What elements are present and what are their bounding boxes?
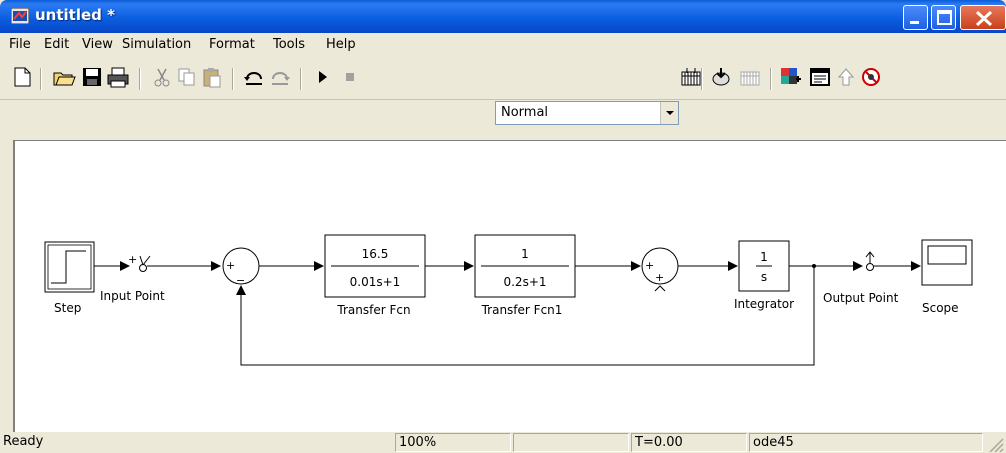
toolbar bbox=[0, 57, 1006, 100]
sum1-plus-sign: + bbox=[226, 259, 235, 272]
svg-text:+: + bbox=[128, 253, 137, 266]
cut-button[interactable] bbox=[150, 65, 174, 89]
simulink-app-icon[interactable] bbox=[11, 8, 29, 24]
new-model-icon bbox=[14, 67, 31, 87]
step-label: Step bbox=[54, 301, 81, 315]
integrator-denominator: s bbox=[761, 270, 767, 284]
undo-icon bbox=[244, 72, 262, 85]
scope-label: Scope bbox=[922, 301, 959, 315]
copy-button[interactable] bbox=[175, 65, 199, 89]
block-diagram: Step + Input Point + − 16.5 0.01s+1 Tran… bbox=[44, 234, 973, 366]
cut-icon bbox=[154, 68, 170, 87]
open-icon bbox=[53, 72, 76, 86]
maximize-button[interactable] bbox=[931, 5, 956, 30]
minimize-icon bbox=[910, 21, 919, 24]
output-point-label: Output Point bbox=[823, 291, 899, 305]
simulation-mode-value: Normal bbox=[501, 105, 549, 120]
undo-button[interactable] bbox=[242, 65, 266, 89]
menu-edit[interactable]: Edit bbox=[44, 37, 69, 52]
model-canvas[interactable]: Step + Input Point + − 16.5 0.01s+1 Tran… bbox=[13, 140, 1006, 432]
menu-format[interactable]: Format bbox=[209, 37, 255, 52]
chevron-down-icon bbox=[666, 111, 674, 115]
sum1-minus-sign: − bbox=[236, 274, 245, 287]
solver-name: ode45 bbox=[749, 433, 983, 452]
update-diagram-icon bbox=[712, 68, 730, 86]
new-model-button[interactable] bbox=[10, 65, 34, 89]
transfer-fcn1-numerator: 1 bbox=[521, 247, 529, 261]
print-button[interactable] bbox=[106, 65, 130, 89]
close-button[interactable] bbox=[960, 5, 1006, 30]
copy-icon bbox=[178, 68, 195, 86]
simulation-mode-select[interactable]: Normal bbox=[495, 101, 679, 125]
input-point-marker[interactable]: + bbox=[128, 253, 151, 272]
scope-block[interactable] bbox=[921, 239, 973, 286]
status-text: Ready bbox=[3, 434, 44, 449]
debugger-button[interactable] bbox=[859, 65, 883, 89]
input-point-label: Input Point bbox=[100, 289, 165, 303]
transfer-fcn1-label: Transfer Fcn1 bbox=[481, 303, 563, 317]
model-explorer-icon bbox=[810, 68, 830, 86]
refresh-icon bbox=[740, 71, 760, 86]
debugger-icon bbox=[862, 68, 880, 86]
simulation-time: T=0.00 bbox=[631, 433, 747, 452]
maximize-icon bbox=[937, 10, 952, 25]
paste-button[interactable] bbox=[200, 65, 224, 89]
output-point-marker[interactable] bbox=[865, 251, 875, 271]
stop-simulation-button[interactable] bbox=[338, 65, 362, 89]
sum-block-1[interactable]: + − bbox=[222, 247, 260, 287]
refresh-button[interactable] bbox=[738, 65, 762, 89]
menu-bar: File Edit View Simulation Format Tools H… bbox=[0, 33, 1006, 57]
menu-simulation[interactable]: Simulation bbox=[122, 37, 191, 52]
toolbar-separator bbox=[770, 68, 772, 90]
status-bar: Ready 100% T=0.00 ode45 bbox=[0, 432, 1006, 453]
transfer-fcn-label: Transfer Fcn bbox=[336, 303, 410, 317]
step-block[interactable] bbox=[44, 241, 95, 293]
save-button[interactable] bbox=[80, 65, 104, 89]
transfer-fcn1-denominator: 0.2s+1 bbox=[503, 275, 546, 289]
sum-block-2[interactable]: + + bbox=[641, 247, 679, 292]
print-icon bbox=[107, 67, 129, 88]
toolbar-separator bbox=[139, 68, 141, 90]
redo-icon bbox=[272, 72, 290, 85]
simulation-mode-dropdown-button[interactable] bbox=[660, 102, 678, 124]
paste-icon bbox=[203, 68, 221, 88]
zoom-level: 100% bbox=[395, 433, 511, 452]
status-blank-cell bbox=[513, 433, 629, 452]
library-browser-button[interactable] bbox=[778, 65, 802, 89]
start-simulation-icon bbox=[319, 71, 327, 83]
title-bar: untitled * bbox=[0, 0, 1006, 33]
menu-help[interactable]: Help bbox=[326, 37, 356, 52]
go-to-parent-icon bbox=[837, 68, 855, 86]
save-icon bbox=[83, 68, 101, 86]
build-icon bbox=[681, 68, 701, 86]
toolbar-separator bbox=[300, 68, 302, 90]
toolbar-separator bbox=[232, 68, 234, 90]
sum2-plus-left-sign: + bbox=[645, 259, 654, 272]
canvas-left-border bbox=[0, 140, 13, 432]
integrator-numerator: 1 bbox=[760, 250, 768, 264]
transfer-fcn-denominator: 0.01s+1 bbox=[350, 275, 401, 289]
window-title: untitled * bbox=[35, 6, 115, 24]
build-button[interactable] bbox=[679, 65, 703, 89]
resize-grip-icon[interactable] bbox=[986, 435, 1004, 452]
library-browser-icon bbox=[781, 68, 801, 84]
model-explorer-button[interactable] bbox=[808, 65, 832, 89]
sum2-plus-bottom-sign: + bbox=[655, 271, 664, 284]
start-simulation-button[interactable] bbox=[310, 65, 334, 89]
redo-button[interactable] bbox=[268, 65, 292, 89]
transfer-fcn-numerator: 16.5 bbox=[362, 247, 389, 261]
integrator-label: Integrator bbox=[734, 297, 794, 311]
open-button[interactable] bbox=[52, 65, 76, 89]
minimize-button[interactable] bbox=[903, 5, 928, 30]
close-icon bbox=[975, 10, 993, 27]
menu-file[interactable]: File bbox=[9, 37, 31, 52]
go-to-parent-button[interactable] bbox=[834, 65, 858, 89]
stop-simulation-icon bbox=[346, 73, 354, 81]
update-diagram-button[interactable] bbox=[709, 65, 733, 89]
toolbar-separator bbox=[40, 68, 42, 90]
menu-tools[interactable]: Tools bbox=[273, 37, 305, 52]
menu-view[interactable]: View bbox=[82, 37, 113, 52]
